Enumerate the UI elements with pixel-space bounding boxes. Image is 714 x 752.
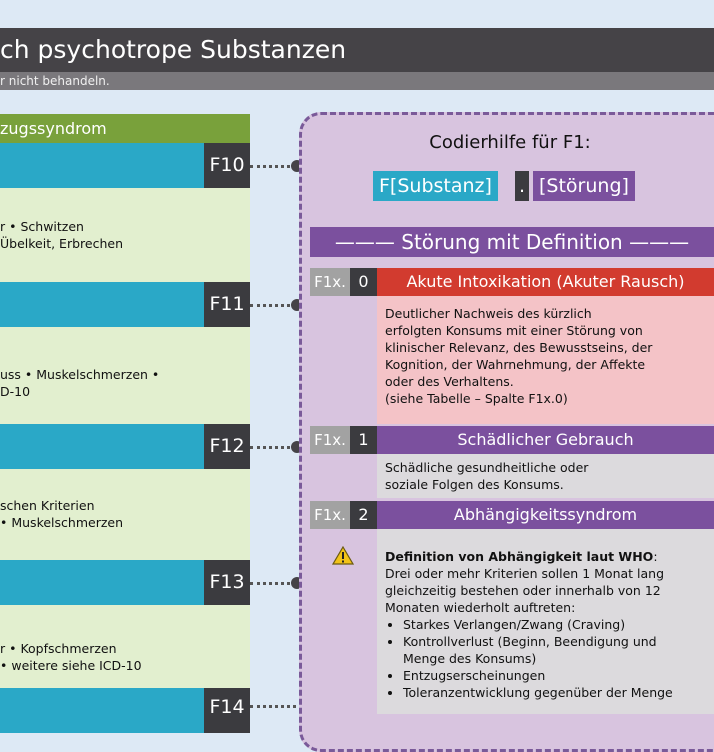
prefix-f1x-2: F1x. bbox=[310, 501, 350, 529]
withdrawal-column-heading: zugssyndrom bbox=[0, 114, 250, 143]
criterion-3: Entzugserscheinungen bbox=[403, 667, 714, 684]
criterion-4: Toleranzentwicklung gegenüber der Menge bbox=[403, 684, 714, 701]
number-2: 2 bbox=[350, 501, 377, 529]
intoxication-line-2: erfolgten Konsums mit einer Störung von bbox=[385, 323, 643, 338]
symptoms-f11-line1: uss • Muskelschmerzen • bbox=[0, 367, 160, 382]
box-harmful-use: Schädliche gesundheitliche oder soziale … bbox=[377, 454, 714, 498]
criterion-1: Starkes Verlangen/Zwang (Craving) bbox=[403, 616, 714, 633]
symptoms-f13-line2: • weitere siehe ICD-10 bbox=[0, 658, 142, 673]
definition-heading: ——— Störung mit Definition ——— bbox=[310, 227, 714, 257]
symptoms-f10-line1: r • Schwitzen bbox=[0, 219, 84, 234]
connector-f14 bbox=[250, 705, 296, 708]
code-f11: F11 bbox=[204, 282, 250, 327]
who-definition-colon: : bbox=[653, 549, 658, 564]
number-0: 0 bbox=[350, 268, 377, 296]
prefix-f1x-1: F1x. bbox=[310, 426, 350, 454]
coding-help-title: Codierhilfe für F1: bbox=[429, 132, 591, 153]
page-title: ch psychotrope Substanzen bbox=[0, 35, 347, 64]
intoxication-line-5: oder des Verhaltens. bbox=[385, 374, 514, 389]
title-harmful-use: Schädlicher Gebrauch bbox=[377, 426, 714, 454]
intoxication-line-6: (siehe Tabelle – Spalte F1x.0) bbox=[385, 391, 568, 406]
box-acute-intoxication: Deutlicher Nachweis des kürzlich erfolgt… bbox=[377, 296, 714, 424]
connector-f11 bbox=[250, 304, 296, 307]
criteria-list: Starkes Verlangen/Zwang (Craving) Kontro… bbox=[385, 616, 714, 701]
harmful-line-2: soziale Folgen des Konsums. bbox=[385, 477, 564, 492]
code-f10: F10 bbox=[204, 143, 250, 188]
page-subtitle: r nicht behandeln. bbox=[0, 74, 110, 88]
connector-f10 bbox=[250, 165, 296, 168]
who-definition-heading: Definition von Abhängigkeit laut WHO: bbox=[385, 548, 714, 565]
intoxication-line-3: klinischer Relevanz, des Bewusstseins, d… bbox=[385, 340, 653, 355]
code-f14: F14 bbox=[204, 688, 250, 733]
number-1: 1 bbox=[350, 426, 377, 454]
symptoms-f12-line1: schen Kriterien bbox=[0, 498, 95, 513]
code-f12: F12 bbox=[204, 424, 250, 469]
box-dependence-syndrome: Definition von Abhängigkeit laut WHO: Dr… bbox=[377, 529, 714, 714]
code-f13: F13 bbox=[204, 560, 250, 605]
connector-f12 bbox=[250, 446, 296, 449]
harmful-line-1: Schädliche gesundheitliche oder bbox=[385, 460, 589, 475]
symptoms-f13-line1: r • Kopfschmerzen bbox=[0, 641, 117, 656]
criterion-2: Kontrollverlust (Beginn, Beendigung und … bbox=[403, 633, 714, 667]
intoxication-line-4: Kognition, der Wahrnehmung, der Affekte bbox=[385, 357, 646, 372]
dependence-line-2: gleichzeitig bestehen oder innerhalb von… bbox=[385, 583, 661, 598]
symptoms-f12-line2: • Muskelschmerzen bbox=[0, 515, 124, 530]
chip-dot: . bbox=[515, 171, 529, 201]
title-dependence-syndrome: Abhängigkeitssyndrom bbox=[377, 501, 714, 529]
title-acute-intoxication: Akute Intoxikation (Akuter Rausch) bbox=[377, 268, 714, 296]
intoxication-line-1: Deutlicher Nachweis des kürzlich bbox=[385, 306, 592, 321]
prefix-f1x-0: F1x. bbox=[310, 268, 350, 296]
dependence-line-1: Drei oder mehr Kriterien sollen 1 Monat … bbox=[385, 566, 665, 581]
chip-substance: F[Substanz] bbox=[373, 171, 498, 201]
connector-f13 bbox=[250, 582, 296, 585]
warning-triangle-icon bbox=[331, 545, 355, 569]
symptoms-f11-line2: D-10 bbox=[0, 384, 31, 399]
who-definition-bold: Definition von Abhängigkeit laut WHO bbox=[385, 549, 654, 564]
dependence-line-3: Monaten wiederholt auftreten: bbox=[385, 600, 576, 615]
symptoms-f10-line2: Übelkeit, Erbrechen bbox=[0, 236, 123, 251]
chip-disorder: [Störung] bbox=[533, 171, 635, 201]
